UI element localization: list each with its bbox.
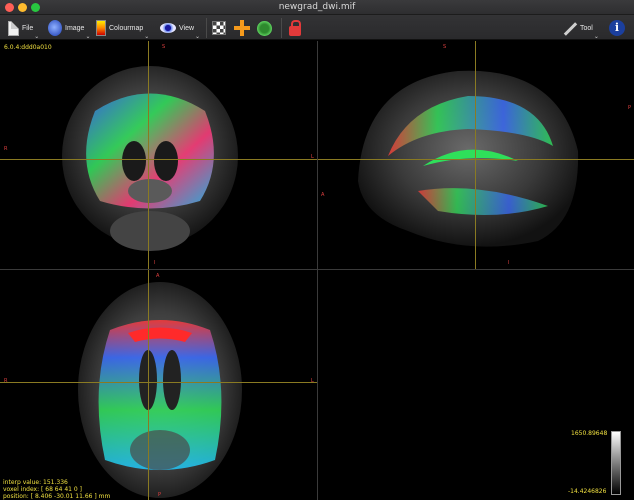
- orientation-bottom: I: [154, 260, 156, 266]
- crosshair-vertical: [475, 41, 476, 269]
- move-icon: [234, 20, 250, 36]
- crosshair-vertical: [148, 270, 149, 500]
- image-menu-label: Image: [65, 24, 85, 32]
- mode-move-button[interactable]: [234, 18, 250, 38]
- eye-icon: [160, 23, 176, 33]
- coronal-brain-image: [62, 66, 238, 251]
- orientation-top: A: [156, 273, 160, 279]
- mode-rotate-button[interactable]: [257, 18, 272, 38]
- axial-brain-image: [78, 282, 242, 498]
- chevron-down-icon: ⌄: [593, 34, 599, 40]
- crosshair-horizontal: [0, 382, 317, 383]
- colourmap-icon: [96, 20, 106, 36]
- file-menu-button[interactable]: File ⌄: [8, 18, 39, 40]
- crosshair-horizontal: [318, 159, 634, 160]
- file-icon: [8, 20, 19, 36]
- interp-value-readout: interp value: 151.336: [3, 479, 68, 486]
- coronal-view[interactable]: S I R L: [0, 41, 317, 269]
- orientation-left: A: [321, 192, 325, 198]
- orientation-right: L: [311, 378, 314, 384]
- image-viewport[interactable]: 6.0.4:ddd0a010 S I R L S I A P A P R L i…: [0, 41, 634, 500]
- rotate-icon: [257, 20, 272, 36]
- info-icon: i: [609, 20, 625, 36]
- image-icon: [48, 20, 62, 36]
- file-menu-label: File: [22, 24, 34, 32]
- view-menu-label: View: [179, 24, 195, 32]
- colorbar-min-label: -14.4246826: [568, 488, 607, 495]
- position-readout: position: [ 8.406 -30.01 11.66 ] mm: [3, 493, 111, 500]
- orientation-top: S: [162, 44, 166, 50]
- orientation-bottom: I: [508, 260, 510, 266]
- orientation-left: R: [4, 378, 8, 384]
- colourmap-menu-label: Colourmap: [109, 24, 144, 32]
- info-button[interactable]: i: [609, 18, 625, 38]
- tool-menu-label: Tool: [580, 24, 593, 32]
- orientation-top: S: [443, 44, 447, 50]
- wrench-icon: [563, 21, 577, 35]
- colourmap-menu-button[interactable]: Colourmap ⌄: [96, 18, 149, 40]
- crosshair-vertical: [148, 41, 149, 269]
- orientation-right: L: [311, 154, 314, 160]
- sagittal-view[interactable]: S I A P: [318, 41, 634, 269]
- chevron-down-icon: ⌄: [34, 34, 40, 40]
- chevron-down-icon: ⌄: [195, 34, 201, 40]
- sagittal-brain-image: [358, 70, 579, 247]
- window-title: newgrad_dwi.mif: [278, 2, 356, 12]
- toolbar: File ⌄ Image ⌄ Colourmap ⌄ View ⌄ Tool ⌄…: [0, 15, 634, 40]
- toolbar-separator: [206, 18, 207, 38]
- chevron-down-icon: ⌄: [85, 34, 91, 40]
- orientation-right: P: [628, 105, 632, 111]
- checkerboard-icon: [212, 21, 226, 35]
- axial-view[interactable]: A P R L: [0, 270, 317, 500]
- colorbar-max-label: 1650.89648: [571, 430, 608, 437]
- crosshair-horizontal: [0, 159, 317, 160]
- lock-button[interactable]: [289, 18, 301, 38]
- mode-select-button[interactable]: [212, 18, 226, 38]
- orientation-bottom: P: [158, 492, 162, 498]
- colorbar: [611, 431, 621, 495]
- title-bar: newgrad_dwi.mif: [0, 0, 634, 15]
- view-menu-button[interactable]: View ⌄: [160, 18, 200, 40]
- lock-icon: [289, 19, 301, 36]
- tool-menu-button[interactable]: Tool ⌄: [563, 18, 599, 41]
- orientation-left: R: [4, 146, 8, 152]
- chevron-down-icon: ⌄: [144, 34, 150, 40]
- voxel-index-readout: voxel index: [ 68 64 41 0 ]: [3, 486, 82, 493]
- toolbar-separator: [281, 18, 282, 38]
- image-menu-button[interactable]: Image ⌄: [48, 18, 90, 40]
